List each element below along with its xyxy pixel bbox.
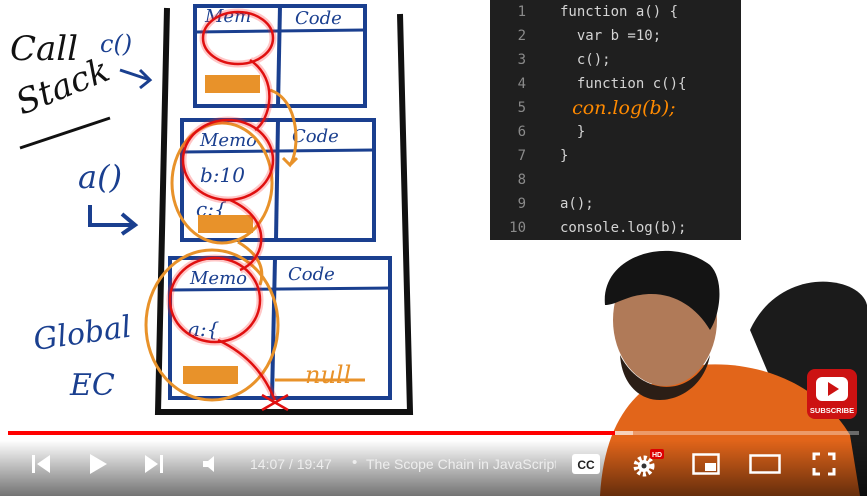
code-text: a();	[560, 196, 594, 212]
play-icon	[90, 454, 107, 474]
exec-context-a: Memo Code b:10 c:{	[180, 118, 376, 242]
video-player[interactable]: Call Stack c() a() Global EC Mem Code Me…	[0, 0, 867, 496]
null-label: null	[305, 361, 351, 389]
progress-bar[interactable]	[8, 431, 859, 435]
previous-button[interactable]	[25, 446, 57, 482]
line-number: 5	[517, 100, 526, 116]
captions-button[interactable]: CC	[568, 446, 604, 482]
duration: 19:47	[296, 456, 332, 472]
theater-icon	[749, 454, 781, 474]
svg-text:HD: HD	[652, 452, 662, 459]
line-number: 4	[517, 76, 526, 92]
code-text: function a() {	[560, 4, 679, 20]
chapter-separator: •	[352, 454, 358, 471]
fullscreen-button[interactable]	[806, 446, 842, 482]
arrow-icon	[119, 68, 153, 90]
svg-text:b:10: b:10	[200, 163, 245, 187]
skip-next-icon	[145, 455, 163, 473]
chapter-title[interactable]: The Scope Chain in JavaScript	[366, 456, 556, 472]
miniplayer-button[interactable]	[688, 446, 724, 482]
code-text: }	[560, 148, 569, 164]
time-display: 14:07 / 19:47	[250, 456, 332, 472]
code-text: }	[560, 124, 586, 140]
code-text: c();	[560, 52, 611, 68]
a-call-label: a()	[78, 158, 122, 196]
code-text: var b =10;	[560, 28, 662, 44]
exec-context-c: Mem Code	[193, 4, 367, 108]
current-time: 14:07	[250, 456, 286, 472]
time-separator: /	[288, 456, 293, 472]
svg-text:Code: Code	[295, 8, 342, 29]
code-text: con.log(b);	[560, 97, 676, 119]
fullscreen-icon	[812, 452, 836, 476]
scope-chain-highlight	[166, 8, 289, 412]
line-number: 2	[517, 28, 526, 44]
play-button[interactable]	[82, 446, 114, 482]
line-number: 8	[517, 172, 526, 188]
progress-played	[8, 431, 615, 435]
line-number: 3	[517, 52, 526, 68]
progress-buffered	[614, 431, 634, 435]
line-number: 7	[517, 148, 526, 164]
volume-icon	[203, 456, 214, 472]
line-number: 6	[517, 124, 526, 140]
settings-button[interactable]: HD	[628, 446, 666, 482]
next-button[interactable]	[138, 446, 170, 482]
gear-icon: HD	[633, 449, 664, 477]
code-editor-panel: 1 function a() { 2 var b =10; 3 c(); 4 funct…	[490, 0, 741, 240]
global-ec-label: Global	[31, 310, 133, 358]
exec-context-global: Memo Code a:{	[168, 256, 392, 400]
svg-text:Memo: Memo	[189, 268, 247, 289]
theater-mode-button[interactable]	[746, 446, 784, 482]
line-number: 10	[509, 220, 526, 236]
line-number: 1	[517, 4, 526, 20]
svg-text:SUBSCRIBE: SUBSCRIBE	[810, 406, 854, 415]
captions-icon: CC	[572, 454, 600, 474]
svg-text:CC: CC	[577, 458, 595, 472]
subscribe-button[interactable]: SUBSCRIBE	[807, 369, 857, 419]
arrow-icon	[88, 205, 139, 236]
volume-button[interactable]	[195, 446, 227, 482]
miniplayer-icon	[692, 453, 720, 475]
call-stack-underline	[19, 116, 111, 150]
skip-previous-icon	[32, 455, 50, 473]
svg-text:Code: Code	[292, 126, 339, 147]
svg-text:Code: Code	[288, 264, 335, 285]
line-number: 9	[517, 196, 526, 212]
global-ec-label-2: EC	[69, 368, 115, 403]
call-stack-fn-label: c()	[100, 30, 132, 58]
player-controls: 14:07 / 19:47 • The Scope Chain in JavaS…	[0, 440, 867, 496]
code-text: function c(){	[560, 76, 687, 92]
